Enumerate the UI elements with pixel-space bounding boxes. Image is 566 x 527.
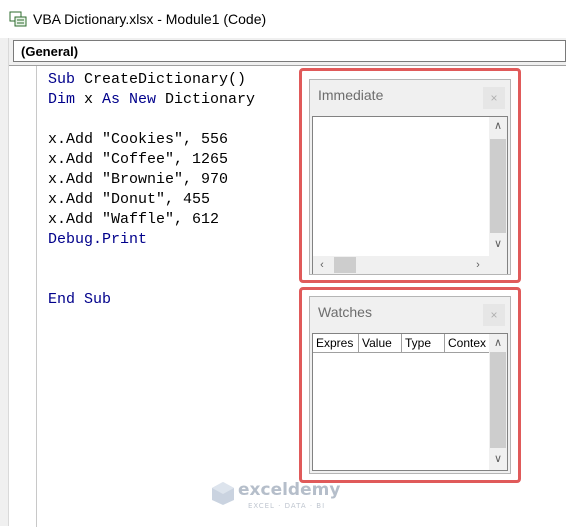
code-line-4[interactable]: x.Add "Cookies", 556	[48, 130, 228, 150]
watermark-tagline: EXCEL · DATA · BI	[248, 502, 326, 510]
exceldemy-logo-icon	[212, 482, 234, 505]
left-frame	[0, 38, 9, 526]
indicator-margin[interactable]	[9, 66, 37, 527]
code-line-2[interactable]: Dim x As New Dictionary	[48, 90, 255, 110]
keyword-dim: Dim	[48, 91, 76, 108]
object-dropdown[interactable]: (General)	[13, 40, 566, 62]
code-line-6[interactable]: x.Add "Brownie", 970	[48, 170, 228, 190]
code-line-12[interactable]: End Sub	[48, 290, 111, 310]
immediate-highlight-box	[299, 68, 521, 283]
code-line-5[interactable]: x.Add "Coffee", 1265	[48, 150, 228, 170]
exceldemy-watermark: exceldemy EXCEL · DATA · BI	[210, 478, 360, 514]
var-name: x	[75, 91, 103, 108]
type-name: Dictionary	[156, 91, 256, 108]
watches-highlight-box	[299, 287, 521, 483]
code-line-8[interactable]: x.Add "Waffle", 612	[48, 210, 219, 230]
window-title: VBA Dictionary.xlsx - Module1 (Code)	[33, 11, 267, 27]
code-line-9[interactable]: Debug.Print	[48, 230, 147, 250]
title-bar: VBA Dictionary.xlsx - Module1 (Code)	[0, 0, 566, 39]
code-line-1[interactable]: Sub CreateDictionary()	[48, 70, 246, 90]
vba-module-icon	[9, 11, 27, 27]
code-line-7[interactable]: x.Add "Donut", 455	[48, 190, 210, 210]
sub-name: CreateDictionary()	[75, 71, 247, 88]
keyword-sub: Sub	[48, 71, 76, 88]
object-dropdown-value: (General)	[21, 44, 79, 59]
watermark-brand: exceldemy	[238, 480, 341, 500]
keyword-as-new: As New	[102, 91, 157, 108]
